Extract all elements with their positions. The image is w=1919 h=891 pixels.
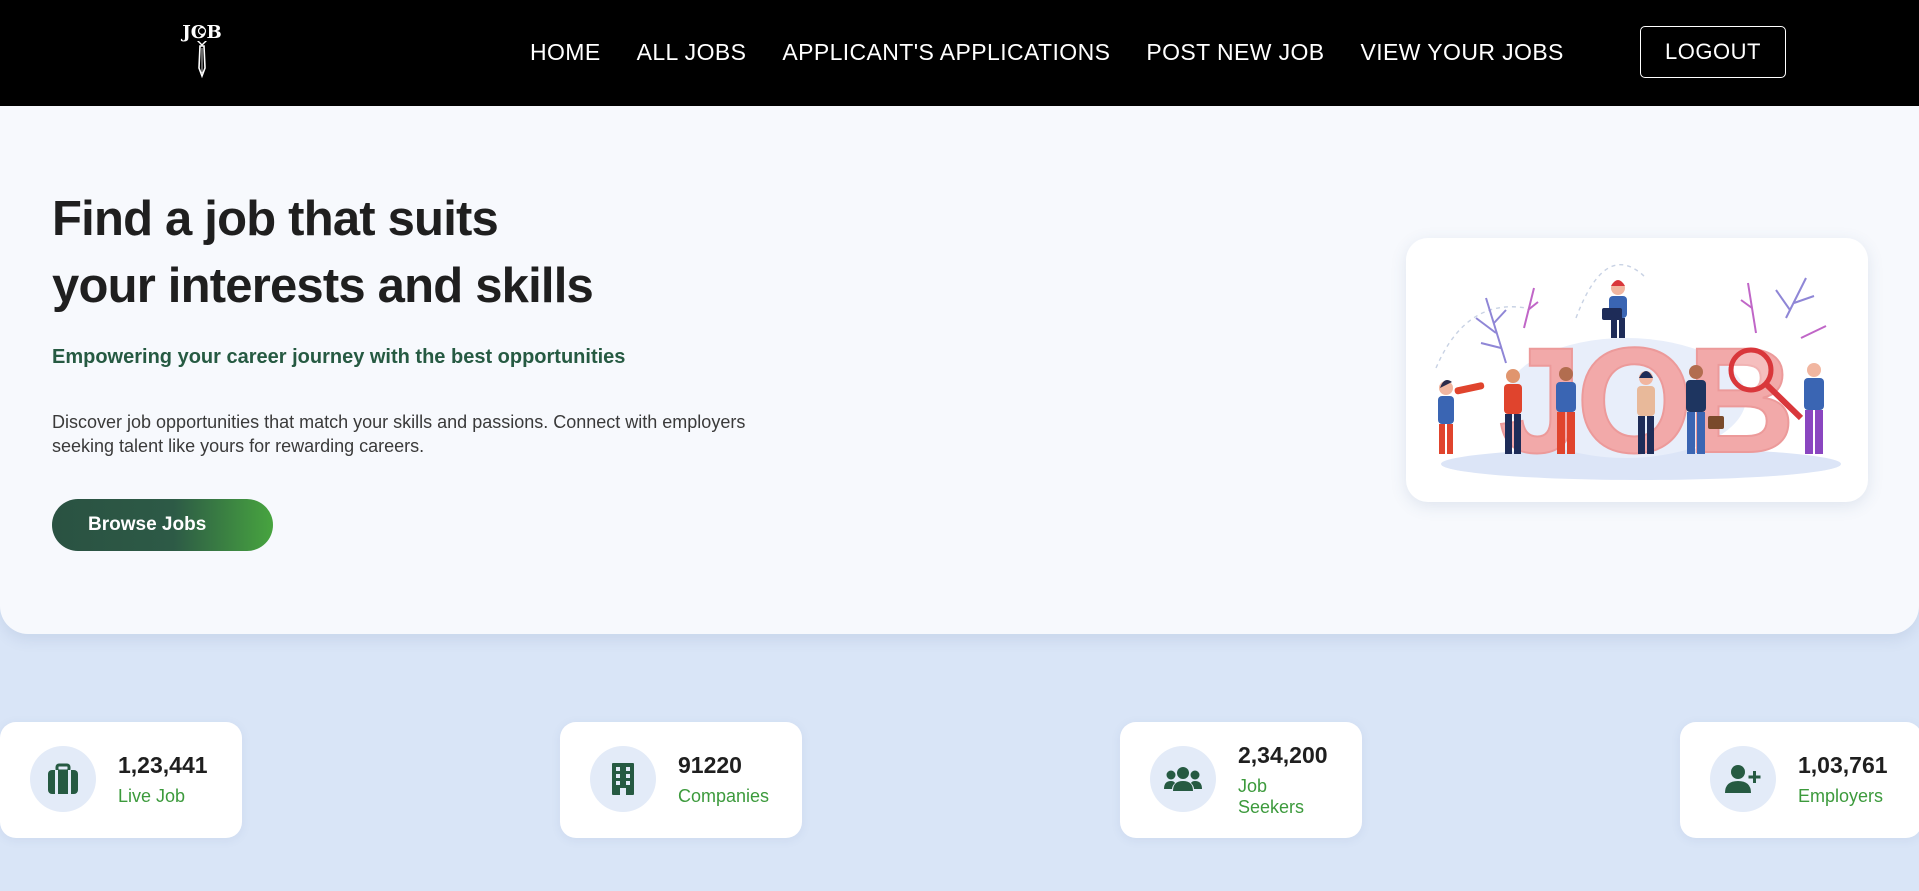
nav-links: HOME ALL JOBS APPLICANT'S APPLICATIONS P… [530, 0, 1600, 104]
stat-card-job-seekers: 2,34,200 Job Seekers [1120, 722, 1362, 838]
logo[interactable]: JOB [176, 18, 228, 80]
nav-all-jobs[interactable]: ALL JOBS [637, 39, 747, 66]
nav-view-your-jobs[interactable]: VIEW YOUR JOBS [1361, 39, 1564, 66]
logout-button[interactable]: LOGOUT [1640, 26, 1786, 78]
stat-label: Live Job [118, 786, 186, 806]
stat-card-employers: 1,03,761 Employers [1680, 722, 1919, 838]
hero-section: Find a job that suits your interests and… [0, 106, 1919, 634]
stat-value: 1,23,441 [118, 752, 208, 778]
job-illustration-icon: JOB [1435, 263, 1841, 485]
stat-icon-wrap [590, 746, 656, 812]
stat-label: Job Seekers [1238, 776, 1305, 817]
briefcase-icon [48, 763, 78, 794]
nav-post-new-job[interactable]: POST NEW JOB [1146, 39, 1324, 66]
navbar: JOB HOME ALL JOBS APPLICANT'S APPLICATIO… [0, 0, 1919, 106]
hero-illustration: JOB [1406, 238, 1868, 502]
building-icon [612, 763, 634, 795]
nav-home[interactable]: HOME [530, 39, 601, 66]
hero-description: Discover job opportunities that match yo… [52, 412, 746, 456]
stat-label: Companies [678, 786, 770, 806]
stat-card-companies: 91220 Companies [560, 722, 802, 838]
logo-icon: JOB [180, 22, 222, 79]
stat-value: 1,03,761 [1798, 752, 1888, 778]
stat-value: 91220 [678, 752, 742, 778]
hero-title: Find a job that suits your interests and… [52, 186, 594, 320]
hero-subtitle: Empowering your career journey with the … [52, 346, 626, 368]
users-icon [1164, 767, 1202, 791]
stat-icon-wrap [1150, 746, 1216, 812]
stat-label: Employers [1798, 786, 1884, 806]
user-plus-icon [1725, 765, 1761, 793]
nav-applicants-applications[interactable]: APPLICANT'S APPLICATIONS [782, 39, 1110, 66]
browse-jobs-button[interactable]: Browse Jobs [52, 499, 273, 551]
hero-title-line1: Find a job that suits [52, 192, 499, 246]
hero-title-line2: your interests and skills [52, 259, 594, 313]
stat-value: 2,34,200 [1238, 742, 1328, 768]
stat-card-live-job: 1,23,441 Live Job [0, 722, 242, 838]
stat-icon-wrap [1710, 746, 1776, 812]
stat-icon-wrap [30, 746, 96, 812]
